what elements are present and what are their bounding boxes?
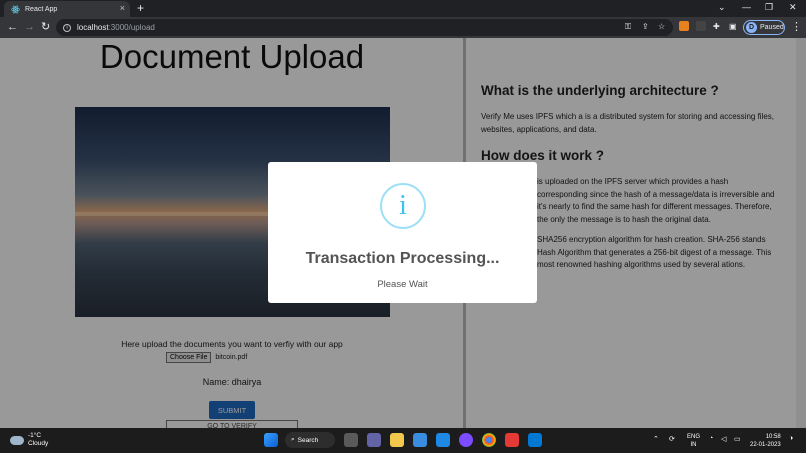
modal-title: Transaction Processing... [305, 250, 500, 267]
store-icon[interactable] [413, 433, 427, 447]
browser-tab[interactable]: React App × [4, 1, 130, 17]
notification-icon[interactable]: ◑ [789, 435, 793, 442]
minimize-button[interactable]: — [742, 2, 751, 12]
weather-condition: Cloudy [28, 440, 49, 447]
modal-message: Please Wait [377, 279, 428, 290]
back-icon[interactable]: ← [7, 20, 18, 34]
search-label: Search [297, 436, 319, 444]
url-host: localhost [77, 23, 109, 32]
sync-icon[interactable]: ⟳ [669, 435, 675, 443]
react-icon [11, 5, 20, 13]
search-icon: ⌕ [291, 436, 295, 443]
reload-icon[interactable]: ↻ [41, 20, 50, 34]
info-icon: i [380, 183, 426, 229]
wifi-icon[interactable]: ◔ [709, 435, 713, 442]
browser-toolbar: ← → ↻ i localhost:3000/upload ⚿ ⇪ ☆ ✚ ▣ … [0, 17, 806, 38]
battery-icon[interactable]: ▭ [734, 435, 741, 443]
close-tab-icon[interactable]: × [120, 3, 125, 13]
vscode-icon[interactable] [528, 433, 542, 447]
language-code: ENG [687, 434, 701, 440]
new-tab-button[interactable]: + [137, 1, 144, 15]
region-code: IN [690, 442, 697, 448]
mail-icon[interactable] [436, 433, 450, 447]
task-view-icon[interactable] [344, 433, 358, 447]
clock-time: 10:58 [765, 434, 781, 440]
tab-strip: React App × + ⌄ — ❐ ✕ [0, 0, 806, 17]
avatar: D [746, 22, 757, 33]
bookmark-star-icon[interactable]: ☆ [658, 22, 665, 31]
address-bar[interactable]: i localhost:3000/upload [56, 19, 673, 36]
key-icon[interactable]: ⚿ [625, 22, 631, 32]
side-panel-icon[interactable]: ▣ [729, 22, 737, 31]
tab-title: React App [25, 5, 58, 13]
forward-icon[interactable]: → [24, 20, 35, 34]
tab-search-icon[interactable]: ⌄ [718, 2, 726, 13]
url-path: :3000/upload [108, 23, 155, 32]
profile-button[interactable]: D Paused [743, 20, 785, 35]
site-info-icon[interactable]: i [63, 23, 71, 32]
profile-status: Paused [760, 24, 784, 31]
system-clock[interactable]: 10:58 22-01-2023 [750, 433, 781, 449]
clock-date: 22-01-2023 [750, 442, 781, 448]
tray-overflow-icon[interactable]: ⌃ [653, 435, 659, 443]
cloud-icon [10, 435, 24, 445]
browser-menu-icon[interactable]: ⋮ [791, 20, 802, 33]
teams-icon[interactable] [367, 433, 381, 447]
chrome-icon[interactable] [482, 433, 496, 447]
weather-widget[interactable]: -1°C Cloudy [10, 432, 48, 448]
page-viewport: Document Upload Here upload the document… [0, 38, 806, 428]
taskbar-search[interactable]: ⌕ Search [285, 432, 335, 448]
windows-taskbar: -1°C Cloudy ⌕ Search ⌃ ⟳ ENG IN ◔ ◁ ▭ 10… [0, 428, 806, 453]
app-icon[interactable] [459, 433, 473, 447]
windows-start-icon[interactable] [264, 433, 278, 447]
extension-icon[interactable] [696, 21, 706, 31]
temperature: -1°C [28, 432, 42, 439]
restore-button[interactable]: ❐ [765, 2, 773, 13]
file-explorer-icon[interactable] [390, 433, 404, 447]
volume-icon[interactable]: ◁ [721, 435, 726, 443]
language-indicator[interactable]: ENG IN [687, 433, 700, 449]
extensions-puzzle-icon[interactable]: ✚ [713, 22, 720, 31]
brave-icon[interactable] [505, 433, 519, 447]
close-window-button[interactable]: ✕ [789, 2, 797, 13]
share-icon[interactable]: ⇪ [642, 22, 649, 31]
metamask-extension-icon[interactable] [679, 21, 689, 31]
transaction-modal: i Transaction Processing... Please Wait [268, 162, 537, 303]
